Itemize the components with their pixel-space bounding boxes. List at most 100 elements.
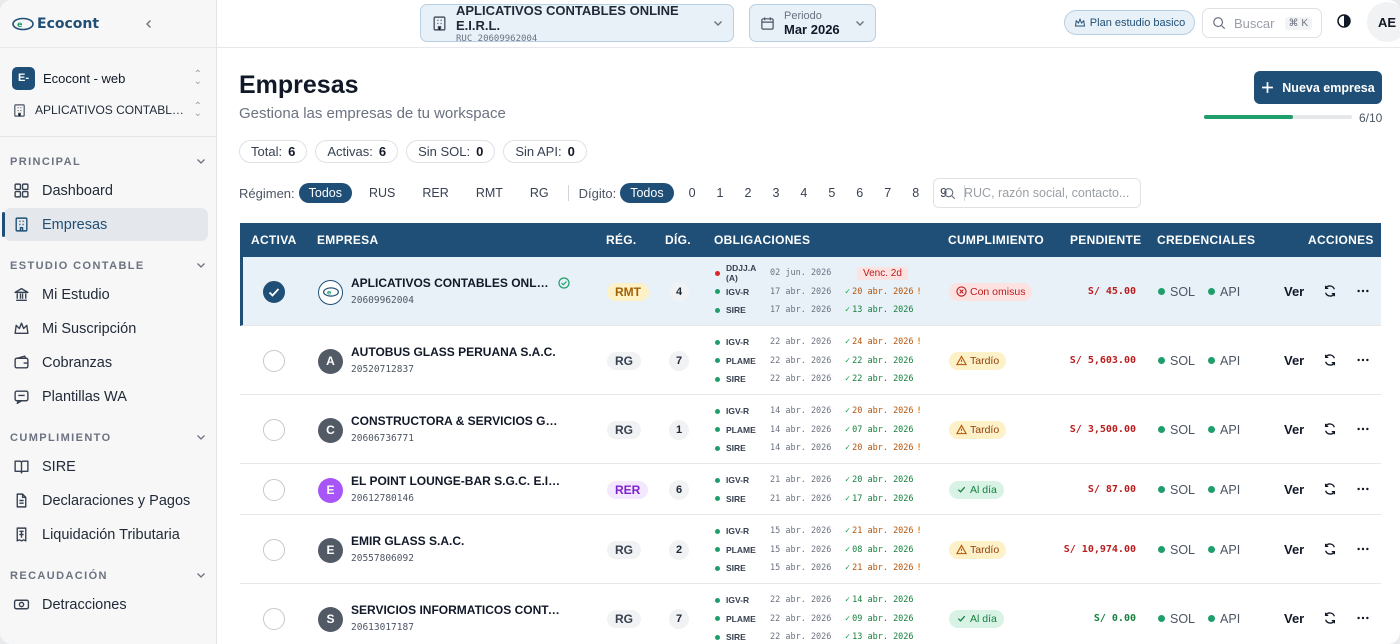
active-checkbox[interactable] — [263, 418, 285, 441]
table-row[interactable]: C CONSTRUCTORA & SERVICIOS GENERALES S.A.… — [240, 395, 1381, 464]
stat-chip[interactable]: Activas: 6 — [315, 140, 399, 163]
digito-filter-option[interactable]: 0 — [681, 183, 704, 203]
nav-section-header[interactable]: PRINCIPAL — [0, 151, 216, 173]
company-switcher[interactable]: APLICATIVOS CONTABLE... ⌃ ⌄ — [12, 96, 202, 124]
regimen-filter-option[interactable]: Todos — [298, 183, 352, 203]
stat-chip[interactable]: Sin SOL: 0 — [406, 140, 496, 163]
column-header[interactable]: ACTIVA — [251, 233, 297, 247]
active-checkbox[interactable] — [263, 607, 285, 630]
stat-chip[interactable]: Total: 6 — [239, 140, 308, 163]
table-row[interactable]: A AUTOBUS GLASS PERUANA S.A.C. 20520712837… — [240, 326, 1381, 395]
table-row[interactable]: e APLICATIVOS CONTABLES ONLINE E.I.R.L. 20… — [240, 257, 1381, 326]
refresh-icon[interactable] — [1323, 284, 1337, 298]
company-name[interactable]: AUTOBUS GLASS PERUANA S.A.C. — [351, 345, 561, 359]
active-checkbox[interactable] — [263, 349, 285, 372]
column-header[interactable]: CUMPLIMIENTO — [948, 233, 1044, 247]
column-header[interactable]: EMPRESA — [317, 233, 378, 247]
view-button[interactable]: Ver — [1284, 422, 1304, 437]
column-header[interactable]: ACCIONES — [1308, 233, 1374, 247]
digito-filter-option[interactable]: 8 — [904, 183, 927, 203]
obligation-item[interactable]: DDJJ.A (A) 02 jun. 2026 Venc. 2d — [715, 263, 945, 283]
regimen-filter-option[interactable]: RUS — [359, 183, 405, 203]
obligation-item[interactable]: PLAME 15 abr. 2026 ✓ 08 abr. 2026 — [715, 540, 945, 559]
obligation-item[interactable]: SIRE 22 abr. 2026 ✓ 22 abr. 2026 — [715, 370, 945, 389]
column-header[interactable]: PENDIENTE — [1070, 233, 1141, 247]
column-header[interactable]: DÍG. — [665, 233, 691, 247]
more-options-icon[interactable] — [1356, 284, 1370, 298]
obligation-item[interactable]: PLAME 22 abr. 2026 ✓ 09 abr. 2026 — [715, 609, 945, 628]
column-header[interactable]: CREDENCIALES — [1157, 233, 1255, 247]
table-row[interactable]: E EMIR GLASS S.A.C. 20557806092 RG 2 IGV-R 15 … — [240, 515, 1381, 584]
refresh-icon[interactable] — [1323, 353, 1337, 367]
obligation-item[interactable]: SIRE 21 abr. 2026 ✓ 17 abr. 2026 — [715, 490, 945, 509]
company-name[interactable]: CONSTRUCTORA & SERVICIOS GENERALES S.A.C… — [351, 414, 561, 428]
more-options-icon[interactable] — [1356, 482, 1370, 496]
nav-section-header[interactable]: ESTUDIO CONTABLE — [0, 255, 216, 277]
digito-filter-option[interactable]: 2 — [736, 183, 759, 203]
sidebar-item-plantillas-wa[interactable]: Plantillas WA — [4, 380, 208, 413]
digito-filter-option[interactable]: 5 — [820, 183, 843, 203]
brand-logo[interactable]: e Ecocont — [12, 16, 99, 32]
more-options-icon[interactable] — [1356, 611, 1370, 625]
collapse-sidebar-icon[interactable] — [140, 15, 158, 33]
obligation-item[interactable]: IGV-R 15 abr. 2026 ✓ 21 abr. 2026! — [715, 522, 945, 541]
digito-filter-option[interactable]: 7 — [876, 183, 899, 203]
more-options-icon[interactable] — [1356, 542, 1370, 556]
regimen-filter-option[interactable]: RER — [412, 183, 458, 203]
view-button[interactable]: Ver — [1284, 611, 1304, 626]
table-row[interactable]: E EL POINT LOUNGE-BAR S.G.C. E.I.R.L. 2061… — [240, 464, 1381, 515]
column-header[interactable]: RÉG. — [606, 233, 637, 247]
digito-filter-option[interactable]: 4 — [792, 183, 815, 203]
obligation-item[interactable]: IGV-R 22 abr. 2026 ✓ 24 abr. 2026! — [715, 333, 945, 352]
view-button[interactable]: Ver — [1284, 284, 1304, 299]
column-header[interactable]: OBLIGACIONES — [714, 233, 810, 247]
workspace-selector[interactable]: E- Ecocont - web ⌃ ⌄ — [12, 63, 202, 93]
digito-filter-option[interactable]: 6 — [848, 183, 871, 203]
more-options-icon[interactable] — [1356, 422, 1370, 436]
view-button[interactable]: Ver — [1284, 482, 1304, 497]
sidebar-item-empresas[interactable]: Empresas — [2, 208, 208, 241]
obligation-item[interactable]: SIRE 22 abr. 2026 ✓ 13 abr. 2026 — [715, 628, 945, 644]
more-options-icon[interactable] — [1356, 353, 1370, 367]
obligation-item[interactable]: PLAME 14 abr. 2026 ✓ 07 abr. 2026 — [715, 420, 945, 439]
company-name[interactable]: SERVICIOS INFORMATICOS CONTABLES S.A.C. — [351, 603, 561, 617]
obligation-item[interactable]: IGV-R 22 abr. 2026 ✓ 14 abr. 2026 — [715, 591, 945, 610]
obligation-item[interactable]: SIRE 14 abr. 2026 ✓ 20 abr. 2026! — [715, 439, 945, 458]
obligation-item[interactable]: IGV-R 17 abr. 2026 ✓ 20 abr. 2026! — [715, 282, 945, 301]
user-avatar[interactable]: AE — [1367, 2, 1400, 42]
view-button[interactable]: Ver — [1284, 353, 1304, 368]
nav-section-header[interactable]: CUMPLIMIENTO — [0, 427, 216, 449]
refresh-icon[interactable] — [1323, 482, 1337, 496]
regimen-filter-option[interactable]: RMT — [466, 183, 513, 203]
obligation-item[interactable]: PLAME 22 abr. 2026 ✓ 22 abr. 2026 — [715, 351, 945, 370]
obligation-item[interactable]: SIRE 15 abr. 2026 ✓ 21 abr. 2026! — [715, 559, 945, 578]
global-search[interactable]: Buscar ⌘ K — [1202, 8, 1322, 38]
regimen-filter-option[interactable]: RG — [520, 183, 559, 203]
plan-badge[interactable]: Plan estudio basico — [1064, 10, 1195, 35]
active-checkbox[interactable] — [263, 538, 285, 561]
sidebar-item-mi-estudio[interactable]: Mi Estudio — [4, 278, 208, 311]
theme-toggle-icon[interactable] — [1336, 13, 1352, 32]
table-row[interactable]: S SERVICIOS INFORMATICOS CONTABLES S.A.C.… — [240, 584, 1381, 644]
digito-filter-option[interactable]: Todos — [620, 183, 674, 203]
active-checkbox[interactable] — [263, 478, 285, 501]
active-company-selector[interactable]: APLICATIVOS CONTABLES ONLINE E.I.R.L. RU… — [420, 3, 734, 44]
stat-chip[interactable]: Sin API: 0 — [503, 140, 587, 163]
obligation-item[interactable]: IGV-R 21 abr. 2026 ✓ 20 abr. 2026 — [715, 471, 945, 490]
company-search-input[interactable]: RUC, razón social, contacto... — [933, 178, 1141, 208]
digito-filter-option[interactable]: 3 — [764, 183, 787, 203]
sidebar-item-sire[interactable]: SIRE — [4, 450, 208, 483]
period-selector[interactable]: Periodo Mar 2026 — [749, 4, 876, 42]
refresh-icon[interactable] — [1323, 611, 1337, 625]
sidebar-item-cobranzas[interactable]: Cobranzas — [4, 346, 208, 379]
company-name[interactable]: APLICATIVOS CONTABLES ONLINE E.I.R.L. — [351, 276, 551, 290]
obligation-item[interactable]: SIRE 17 abr. 2026 ✓ 13 abr. 2026 — [715, 301, 945, 320]
view-button[interactable]: Ver — [1284, 542, 1304, 557]
company-name[interactable]: EMIR GLASS S.A.C. — [351, 534, 561, 548]
sidebar-item-dashboard[interactable]: Dashboard — [4, 174, 208, 207]
sidebar-item-liquidaci-n-tributaria[interactable]: Liquidación Tributaria — [4, 518, 208, 551]
sidebar-item-mi-suscripci-n[interactable]: Mi Suscripción — [4, 312, 208, 345]
sidebar-item-declaraciones-y-pagos[interactable]: Declaraciones y Pagos — [4, 484, 208, 517]
company-name[interactable]: EL POINT LOUNGE-BAR S.G.C. E.I.R.L. — [351, 474, 561, 488]
sidebar-item-detracciones[interactable]: Detracciones — [4, 588, 208, 621]
